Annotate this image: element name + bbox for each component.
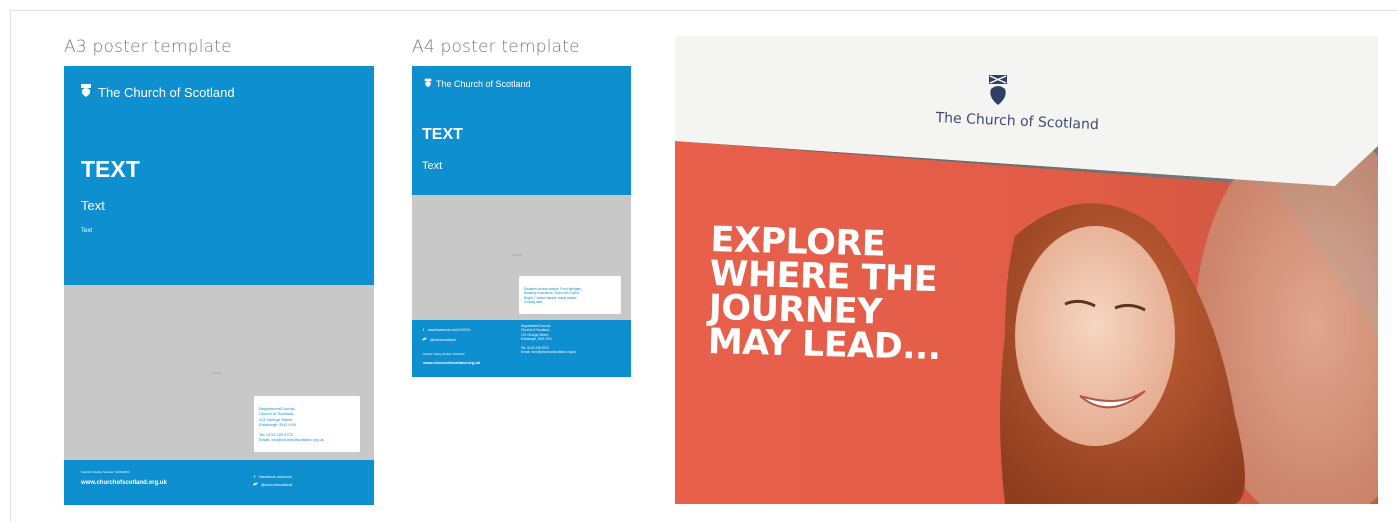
- a4-notes-box: Disabled access advice, Food allergies, …: [519, 276, 621, 314]
- contact-line: Email: xxxx@churchofscotland.org.uk: [521, 350, 577, 355]
- a4-facebook[interactable]: f www.facebook.com/XXXXXX: [423, 328, 471, 332]
- a4-poster[interactable]: The Church of Scotland TEXT Text IMAGE D…: [412, 66, 631, 377]
- a3-poster[interactable]: The Church of Scotland TEXT Text Text IM…: [64, 66, 374, 505]
- headline-line: MAY LEAD...: [707, 321, 942, 369]
- a3-twitter[interactable]: @churchscotland: [253, 482, 292, 487]
- a4-charity-number: Scottish Charity Number: SC011353: [423, 353, 465, 356]
- a4-brand-name: The Church of Scotland: [436, 79, 531, 89]
- contact-line: Email: xxx@churchofscotland.org.uk: [259, 436, 324, 442]
- a4-facebook-label: www.facebook.com/XXXXXX: [428, 328, 471, 332]
- a3-twitter-label: @churchscotland: [261, 482, 292, 487]
- note-line: Closing date: [524, 300, 543, 305]
- a3-brand-name: The Church of Scotland: [98, 84, 235, 100]
- a3-facebook[interactable]: f facebook.com/cos: [254, 474, 292, 479]
- a3-contact-box: Department/Council, Church of Scotland, …: [254, 396, 360, 452]
- burning-bush-icon: [987, 73, 1009, 107]
- a3-logo: The Church of Scotland: [80, 83, 235, 101]
- a3-charity-number: Scottish Charity Number: SC011353: [81, 470, 130, 474]
- a4-twitter[interactable]: @churchscotland: [422, 337, 456, 342]
- a3-image-placeholder: IMAGE: [212, 371, 222, 375]
- a4-caption: A4 poster template: [412, 37, 580, 57]
- facebook-icon: f: [423, 328, 425, 332]
- burning-bush-icon: [424, 78, 432, 90]
- facebook-icon: f: [254, 474, 256, 479]
- a4-logo: The Church of Scotland: [424, 78, 531, 90]
- a3-body: Text: [81, 228, 93, 234]
- a4-heading: TEXT: [422, 126, 463, 143]
- a3-caption: A3 poster template: [64, 37, 232, 57]
- a3-website[interactable]: www.churchofscotland.org.uk: [81, 480, 167, 486]
- twitter-icon: [253, 482, 258, 487]
- twitter-icon: [422, 337, 427, 342]
- a4-subheading: Text: [422, 160, 443, 172]
- burning-bush-icon: [80, 83, 92, 101]
- poster-photo: The Church of Scotland EXPLORE WHERE THE…: [675, 36, 1378, 504]
- a4-twitter-label: @churchscotland: [430, 337, 456, 342]
- a3-heading: TEXT: [81, 156, 140, 182]
- photo-headline: EXPLORE WHERE THE JOURNEY MAY LEAD...: [707, 220, 943, 369]
- a4-website[interactable]: www.churchofscotland.org.uk: [423, 360, 480, 365]
- a3-facebook-label: facebook.com/cos: [259, 474, 292, 479]
- a3-subheading: Text: [81, 198, 105, 213]
- a4-image-placeholder: IMAGE: [512, 253, 522, 257]
- a4-contact: Department/Council, Church of Scotland, …: [521, 324, 576, 355]
